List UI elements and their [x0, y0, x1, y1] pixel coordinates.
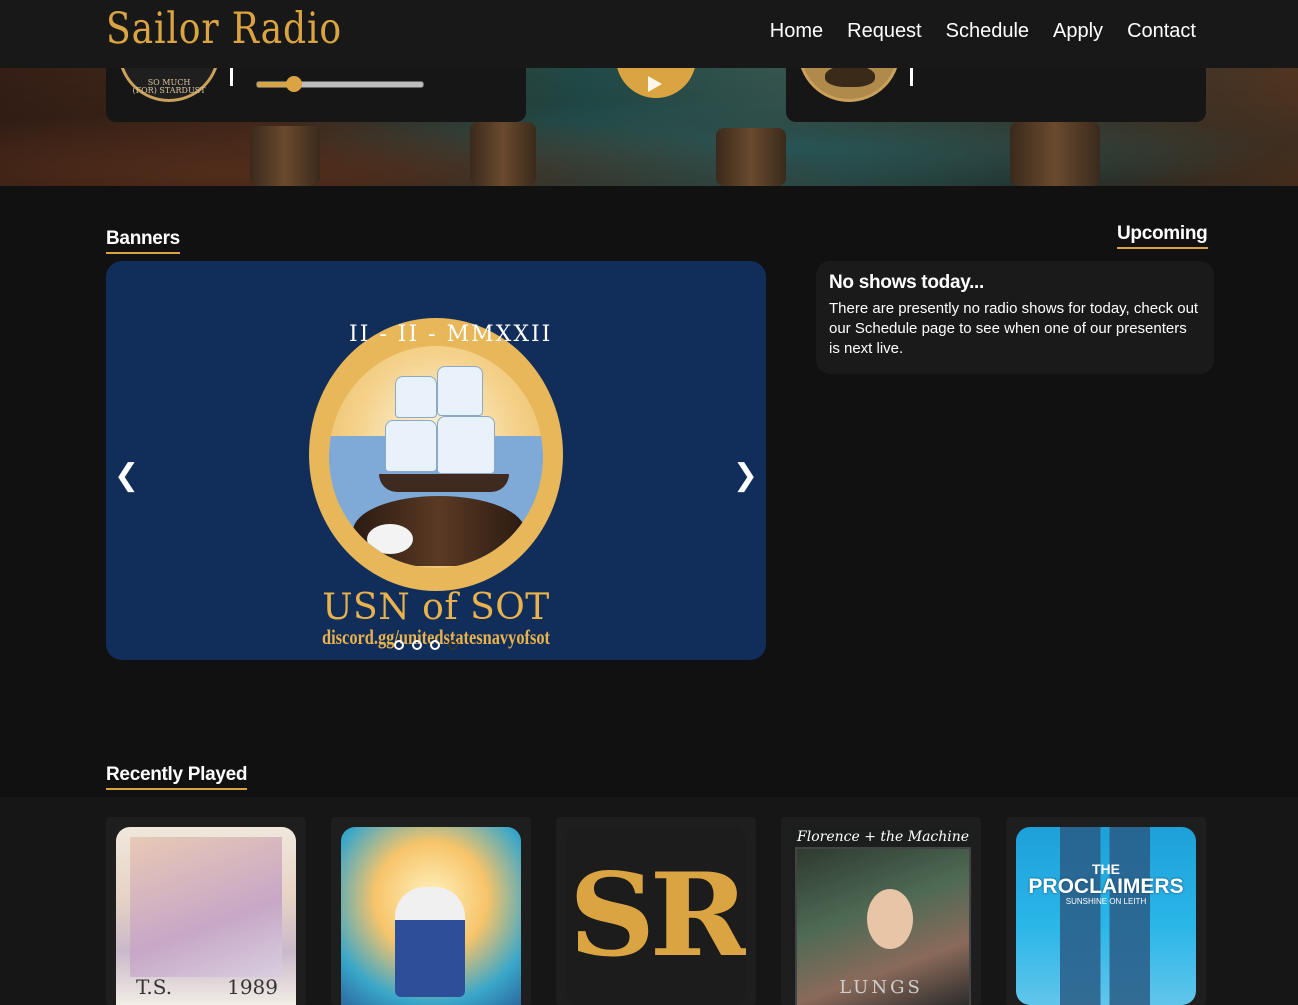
emblem-inner [329, 346, 543, 568]
album-cover-text: LUNGS [839, 977, 923, 998]
skull-icon [825, 68, 875, 87]
banners-heading: Banners [106, 228, 180, 254]
usn-emblem: II - II - MMXXII [309, 318, 563, 591]
nav-home[interactable]: Home [770, 20, 823, 43]
album-card[interactable] [331, 817, 531, 1005]
navbar: Sailor Radio Home Request Schedule Apply… [0, 0, 1298, 68]
album-cover: T.S. 1989 [116, 827, 296, 1005]
now-playing-title-cursor [230, 68, 233, 86]
carousel-dot[interactable] [430, 640, 440, 650]
album-card[interactable]: THE PROCLAIMERS SUNSHINE ON LEITH [1006, 817, 1206, 1005]
album-card[interactable]: T.S. 1989 [106, 817, 306, 1005]
ship-hull [379, 474, 509, 492]
banner-caption: USN of SOT [322, 587, 550, 628]
album-card[interactable]: SR [556, 817, 756, 1005]
upcoming-card-title: No shows today... [829, 272, 985, 293]
upcoming-heading: Upcoming [1117, 223, 1208, 249]
sailor-radio-logo: SR [568, 848, 746, 983]
upcoming-card-text: There are presently no radio shows for t… [829, 300, 1199, 357]
ship-sail [437, 366, 483, 416]
banner-carousel: II - II - MMXXII USN of SOT discord.gg/u… [106, 261, 766, 660]
presenter-avatar [798, 68, 900, 102]
album-cover [341, 827, 521, 1005]
volume-slider[interactable] [256, 76, 424, 92]
album-cover: THE PROCLAIMERS SUNSHINE ON LEITH [1016, 827, 1196, 1005]
hero-background: SO MUCH (FOR) STARDUST [0, 68, 1298, 186]
album-cover-text: Florence + the Machine [797, 829, 970, 845]
barrel-decoration [250, 126, 320, 186]
album-cover-illustration [395, 887, 465, 997]
upcoming-card: No shows today... There are presently no… [816, 261, 1214, 374]
now-playing-card: SO MUCH (FOR) STARDUST [106, 68, 526, 122]
carousel-prev-arrow[interactable]: ❮ [114, 461, 139, 491]
album-cover-text: PROCLAIMERS [1028, 875, 1184, 898]
recently-played-heading: Recently Played [106, 764, 248, 790]
now-playing-artwork: SO MUCH (FOR) STARDUST [118, 68, 220, 102]
presenter-card [786, 68, 1206, 122]
barrel-decoration [716, 128, 786, 186]
album-cover-text: T.S. [136, 975, 173, 999]
volume-slider-knob[interactable] [285, 76, 302, 92]
barrel-decoration [470, 122, 536, 186]
album-cover: SR [566, 827, 746, 1005]
nav-contact[interactable]: Contact [1127, 20, 1196, 43]
emblem-arc-text: II - II - MMXXII [349, 322, 553, 347]
play-button[interactable] [616, 68, 696, 98]
carousel-dot[interactable] [412, 640, 422, 650]
eagle-head [367, 524, 413, 554]
barrel-decoration [1010, 122, 1100, 186]
brand-logo[interactable]: Sailor Radio [106, 4, 342, 54]
carousel-dot-active[interactable] [448, 640, 458, 650]
nav-links: Home Request Schedule Apply Contact [770, 20, 1196, 43]
play-icon [648, 76, 662, 92]
ship-sail [437, 416, 495, 474]
album-cover-figures [1060, 827, 1150, 1005]
album-cover-photo [130, 837, 282, 977]
carousel-next-arrow[interactable]: ❯ [733, 461, 758, 491]
album-cover-text: SUNSHINE ON LEITH [1065, 897, 1147, 906]
album-cover-text: 1989 [227, 975, 278, 999]
album-cover: Florence + the Machine LUNGS [791, 827, 971, 1005]
nav-apply[interactable]: Apply [1053, 20, 1103, 43]
carousel-dot[interactable] [394, 640, 404, 650]
album-card[interactable]: Florence + the Machine LUNGS [781, 817, 981, 1005]
ship-sail [395, 376, 437, 418]
ship-sail [385, 420, 437, 472]
presenter-name-cursor [910, 68, 913, 86]
nav-request[interactable]: Request [847, 20, 922, 43]
now-playing-artwork-text: SO MUCH (FOR) STARDUST [132, 78, 206, 95]
nav-schedule[interactable]: Schedule [946, 20, 1029, 43]
carousel-indicators [394, 640, 458, 650]
album-cover-face [867, 889, 913, 949]
